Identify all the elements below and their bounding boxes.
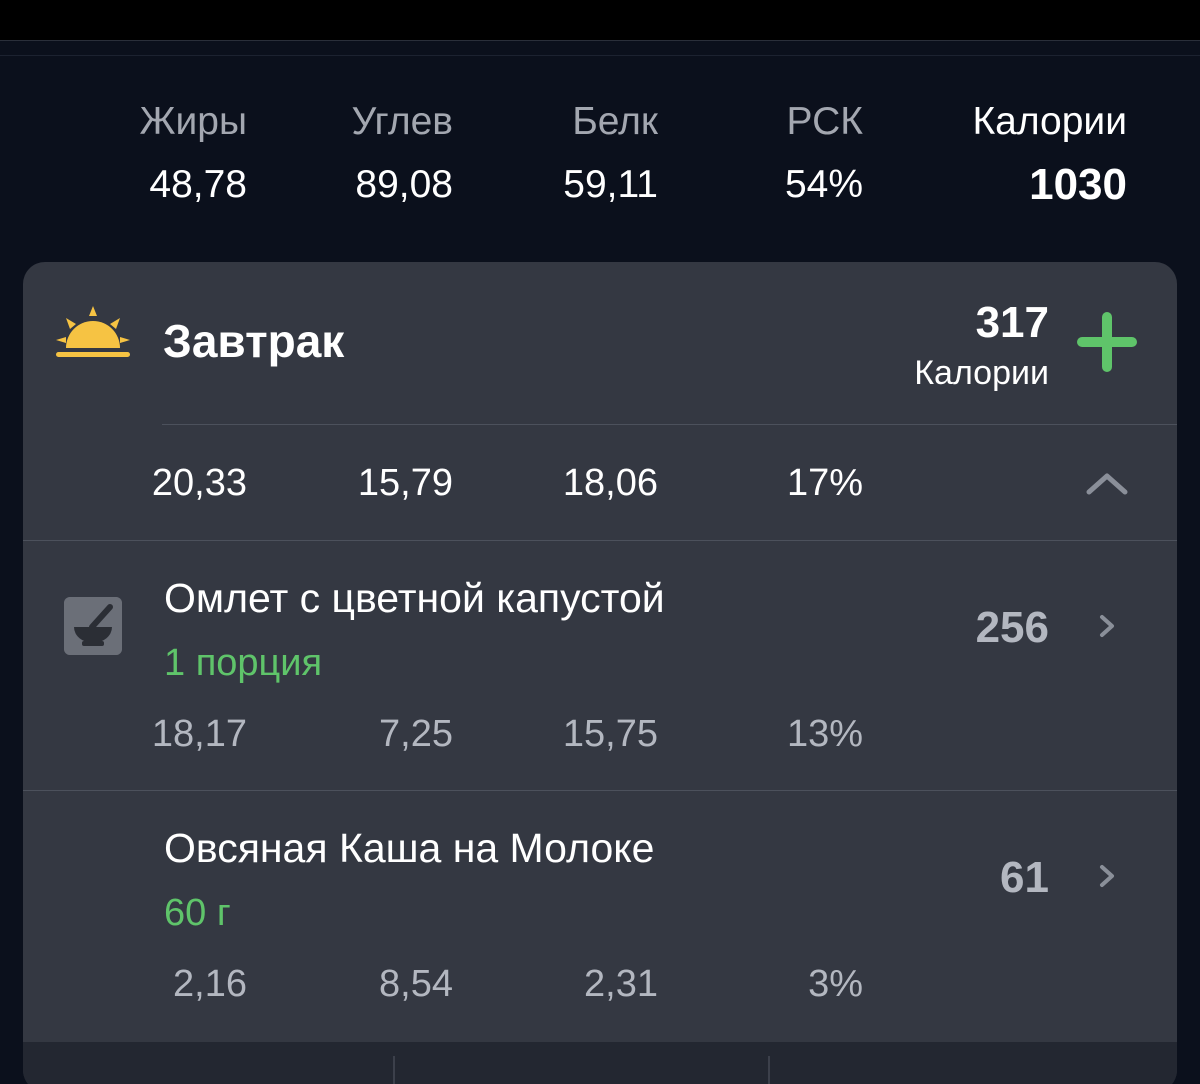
divider [393, 1056, 395, 1084]
meal-title: Завтрак [163, 315, 345, 367]
food-rdi: 13% [786, 713, 863, 755]
meal-action-bar [23, 1042, 1177, 1084]
food-portion: 1 порция [164, 642, 323, 684]
food-name: Омлет с цветной капустой [164, 575, 665, 621]
divider [0, 55, 1200, 56]
summary-calories: Калории 1030 [0, 100, 1127, 220]
sunrise-icon [56, 306, 130, 357]
chevron-right-icon [1100, 615, 1114, 637]
food-item[interactable]: Овсяная Каша на Молоке 60 г 61 2,16 8,54… [23, 791, 1177, 1041]
food-fat: 2,16 [173, 963, 247, 1005]
meal-calories-label: Калории [914, 354, 1049, 392]
food-protein: 2,31 [584, 963, 658, 1005]
food-calories: 61 [1000, 853, 1049, 902]
recipe-mortar-icon [64, 597, 122, 655]
divider [162, 424, 1177, 425]
meal-total-rdi: 17% [786, 462, 863, 504]
app-screen: Жиры 48,78 Углев 89,08 Белк 59,11 РСК 54… [0, 0, 1200, 1084]
add-food-button[interactable] [1075, 310, 1139, 374]
chevron-up-icon [1086, 473, 1128, 495]
food-rdi: 3% [808, 963, 863, 1005]
food-calories: 256 [975, 603, 1049, 652]
food-protein: 15,75 [562, 713, 658, 755]
chevron-right-icon [1100, 865, 1114, 887]
food-fat: 18,17 [151, 713, 247, 755]
meal-total-carbs: 15,79 [357, 462, 453, 504]
summary-calories-value: 1030 [1029, 160, 1127, 209]
meal-card-breakfast: Завтрак 317 Калории 20,33 15,79 18,06 17… [23, 262, 1177, 1084]
food-carbs: 7,25 [379, 713, 453, 755]
summary-calories-label: Калории [972, 100, 1127, 143]
meal-total-protein: 18,06 [562, 462, 658, 504]
food-name: Овсяная Каша на Молоке [164, 825, 655, 871]
food-item[interactable]: Омлет с цветной капустой 1 порция 256 18… [23, 541, 1177, 791]
meal-calories-value: 317 [975, 298, 1049, 347]
collapse-button[interactable] [1085, 468, 1129, 498]
food-portion: 60 г [164, 892, 231, 934]
divider [768, 1056, 770, 1084]
food-carbs: 8,54 [379, 963, 453, 1005]
meal-total-fat: 20,33 [151, 462, 247, 504]
top-bar [0, 0, 1200, 41]
